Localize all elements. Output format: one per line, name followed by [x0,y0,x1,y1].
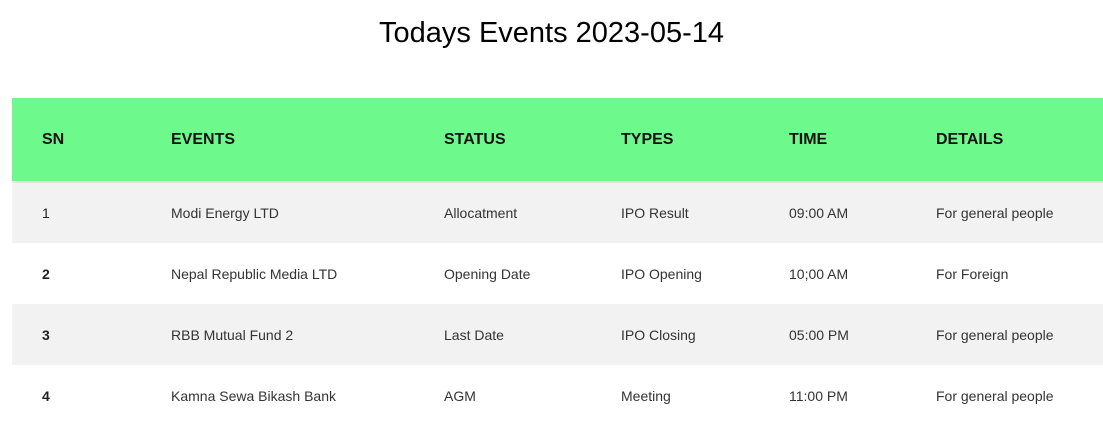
column-header-status: STATUS [444,130,506,148]
column-header-time: TIME [789,130,828,148]
cell-time: 11:00 PM [789,387,848,404]
table-row: 4 Kamna Sewa Bikash Bank AGM Meeting 11:… [12,365,1103,426]
cell-time: 09:00 AM [789,181,936,243]
cell-sn: 2 [42,265,50,282]
table-row: 2 Nepal Republic Media LTD Opening Date … [12,243,1103,304]
cell-status: AGM [444,387,476,404]
column-header-types: TYPES [621,130,674,148]
column-header-sn: SN [42,130,65,148]
column-header-details: DETAILS [936,130,1004,148]
table-body: 1 Modi Energy LTD Allocatment IPO Result… [12,181,1103,426]
column-header-events: EVENTS [171,130,236,148]
cell-type: IPO Result [621,181,789,243]
cell-details: For general people [936,387,1054,404]
cell-event: Modi Energy LTD [171,181,444,243]
table-row: 1 Modi Energy LTD Allocatment IPO Result… [12,181,1103,243]
cell-status: Opening Date [444,265,531,282]
cell-details: For general people [936,181,1103,243]
cell-details: For Foreign [936,265,1009,282]
cell-event: Nepal Republic Media LTD [171,265,338,282]
cell-time: 05:00 PM [789,326,849,343]
table-header: SN EVENTS STATUS TYPES TIME DETAILS [12,98,1103,182]
cell-details: For general people [936,326,1054,343]
page-title: Todays Events 2023-05-14 [379,17,724,49]
cell-type: Meeting [621,387,671,404]
cell-event: RBB Mutual Fund 2 [171,326,294,343]
cell-event: Kamna Sewa Bikash Bank [171,387,336,404]
cell-type: IPO Opening [621,265,702,282]
cell-sn: 3 [42,326,50,343]
cell-status: Allocatment [444,181,621,243]
events-table: SN EVENTS STATUS TYPES TIME DETAILS 1 Mo… [12,98,1103,426]
table-row: 3 RBB Mutual Fund 2 Last Date IPO Closin… [12,304,1103,365]
cell-sn: 1 [12,181,171,243]
table-header-row: SN EVENTS STATUS TYPES TIME DETAILS [12,98,1103,182]
cell-type: IPO Closing [621,326,696,343]
cell-time: 10;00 AM [789,265,849,282]
cell-sn: 4 [42,387,50,404]
cell-status: Last Date [444,326,504,343]
